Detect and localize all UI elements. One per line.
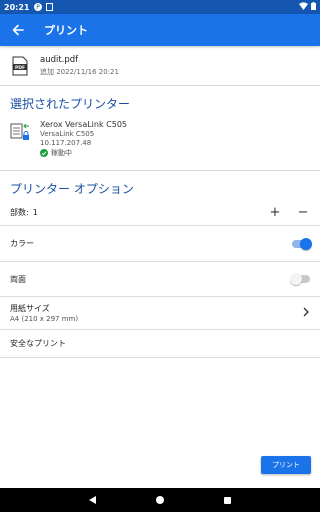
secure-print-label: 安全なプリント [10,339,66,348]
file-added-date: 追加 2022/11/16 20:21 [40,68,119,76]
printer-name: Xerox VersaLink C505 [40,120,127,129]
copies-row: 部数: 1 + − [0,200,320,226]
printer-ip: 10.117.207.48 [40,139,92,147]
nav-back-icon[interactable] [89,496,96,504]
duplex-toggle[interactable] [290,273,310,285]
chevron-right-icon [302,307,310,319]
paper-size-label: 用紙サイズ [10,304,50,313]
color-row[interactable]: カラー [0,226,320,262]
nav-home-icon[interactable] [156,496,164,504]
pdf-file-icon: PDF [12,56,28,76]
decrease-copies-button[interactable]: − [296,205,310,220]
nav-recents-icon[interactable] [224,496,231,504]
color-label: カラー [10,239,34,248]
duplex-label: 両面 [10,274,26,284]
notification-file-icon [45,3,54,11]
status-right-icons [299,2,316,12]
document-row: PDF audit.pdf 追加 2022/11/16 20:21 [0,52,320,86]
status-bar: 20:21 P [0,0,320,14]
back-arrow-icon[interactable] [10,22,26,38]
status-time: 20:21 [4,2,30,12]
printer-status: 稼動中 [40,149,127,159]
system-nav-bar [0,488,320,512]
section-divider [0,170,320,171]
paper-size-value: A4 (210 x 297 mm) [10,315,79,323]
notification-p-icon: P [33,3,42,11]
copies-label: 部数: [10,208,29,217]
battery-icon [311,2,316,12]
paper-size-row[interactable]: 用紙サイズ A4 (210 x 297 mm) [0,297,320,330]
selected-printer-card[interactable]: Xerox VersaLink C505 VersaLink C505 10.1… [10,120,310,168]
page-title: プリント [44,24,88,37]
wifi-icon [299,2,308,12]
app-bar: プリント [0,14,320,46]
file-name: audit.pdf [40,55,79,65]
printer-options-heading: プリンター オプション [10,182,134,196]
increase-copies-button[interactable]: + [268,205,282,220]
duplex-row[interactable]: 両面 [0,262,320,297]
pdf-icon-label: PDF [15,65,25,71]
svg-text:P: P [36,4,40,11]
color-toggle[interactable] [292,237,312,250]
check-circle-icon [40,149,48,158]
printer-status-text: 稼動中 [51,148,72,157]
selected-printer-heading: 選択されたプリンター [10,97,131,111]
printer-icon [10,122,30,146]
toggle-knob [300,237,312,250]
print-button[interactable]: プリント [261,456,311,474]
toggle-knob [290,273,302,285]
secure-print-row[interactable]: 安全なプリント [0,330,320,358]
printer-model: VersaLink C505 [40,129,95,138]
copies-value: 1 [32,208,38,217]
